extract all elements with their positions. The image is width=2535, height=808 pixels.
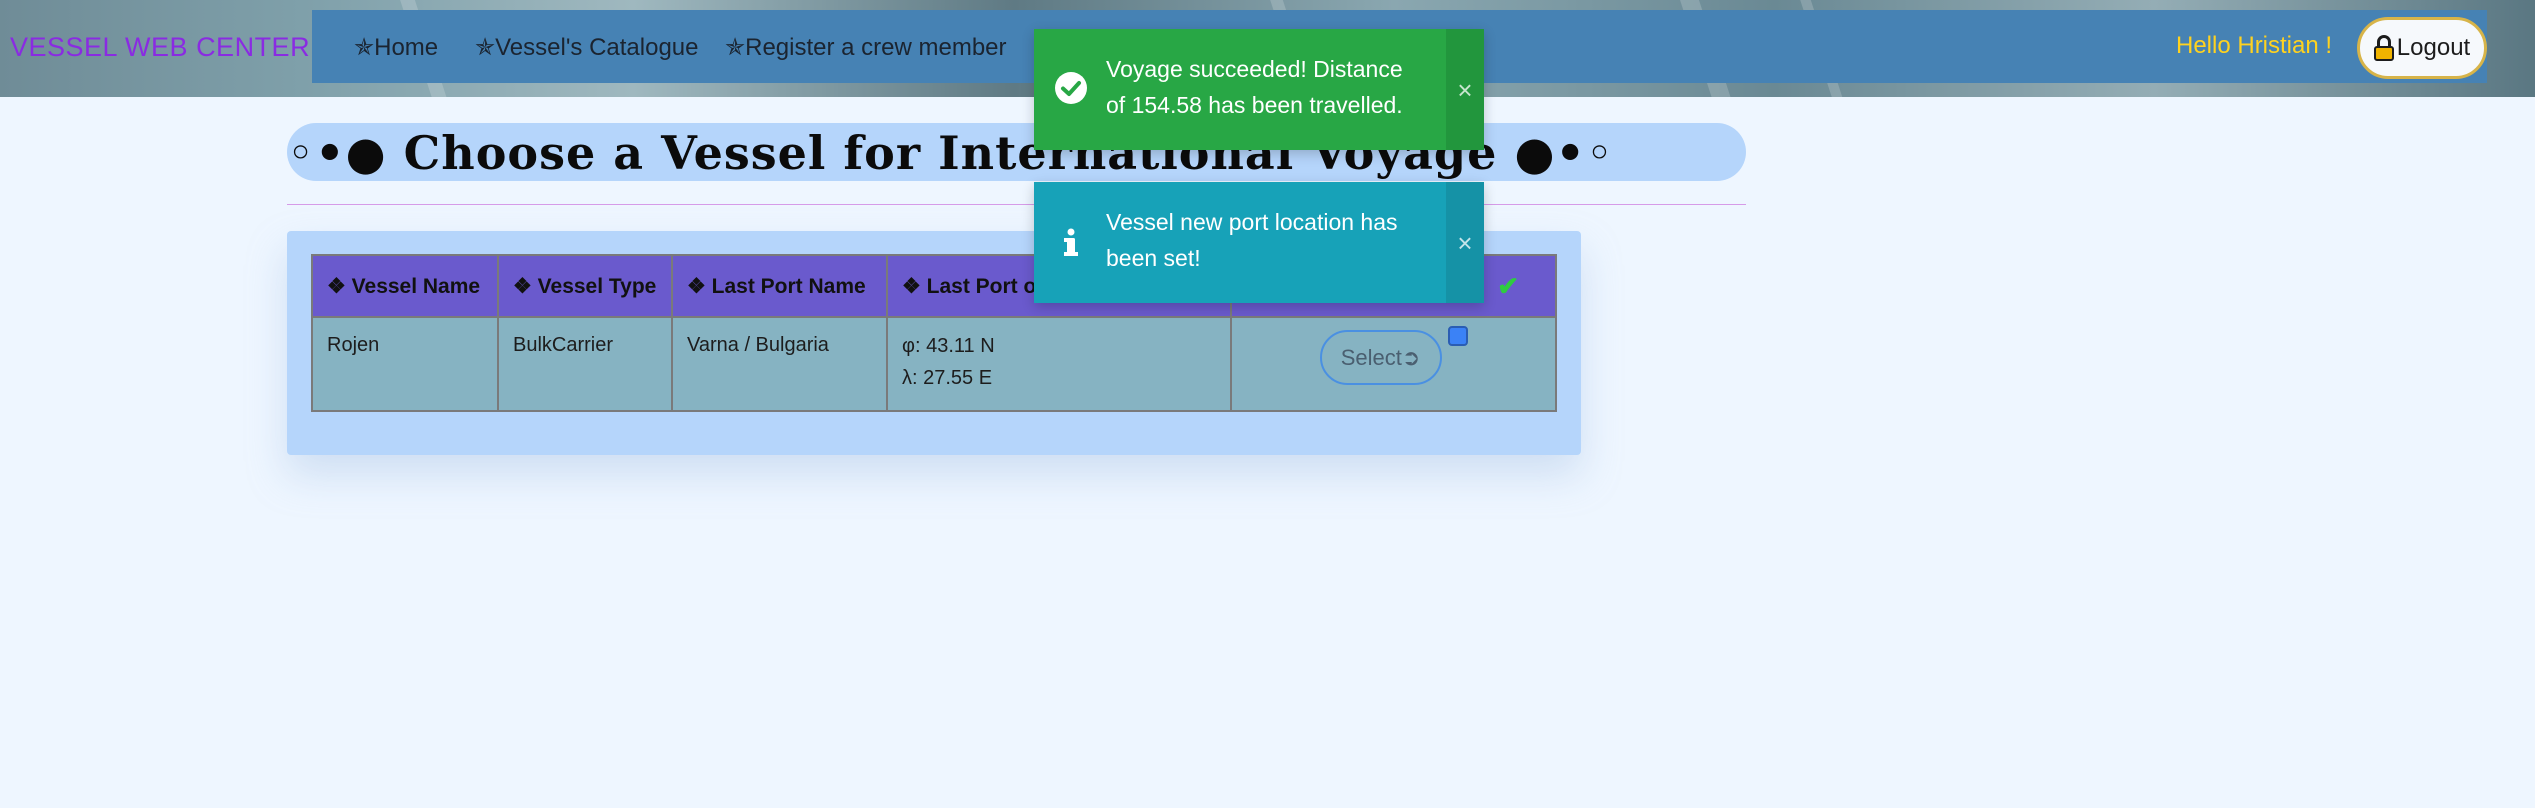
cell-vessel-type: BulkCarrier <box>497 316 673 412</box>
col-vessel-type: ❖ Vessel Type <box>497 254 673 318</box>
check-circle-icon <box>1055 72 1087 104</box>
user-greeting: Hello Hristian ! <box>2176 32 2333 59</box>
nav-vessel-catalogue[interactable]: ✯Vessel's Catalogue <box>475 33 699 62</box>
check-icon: ✔ <box>1497 271 1519 301</box>
toast-success-message: Voyage succeeded! Distance of 154.58 has… <box>1106 56 1403 118</box>
select-vessel-button[interactable]: Select➲ <box>1319 330 1442 385</box>
cell-coordinates: φ: 43.11 N λ: 27.55 E <box>885 316 1233 412</box>
toast-info-message: Vessel new port location has been set! <box>1106 209 1398 271</box>
logout-button[interactable]: Logout <box>2357 17 2487 79</box>
brand-link[interactable]: VESSEL WEB CENTER <box>10 32 310 63</box>
table-row: Rojen BulkCarrier Varna / Bulgaria φ: 43… <box>311 316 1557 412</box>
toast-info: Vessel new port location has been set! × <box>1034 182 1484 303</box>
nav-register-crew-member[interactable]: ✯Register a crew member <box>725 33 1007 62</box>
divider <box>287 204 1746 205</box>
longitude: λ: 27.55 E <box>902 367 993 389</box>
latitude: φ: 43.11 N <box>902 335 995 357</box>
toast-success-close-button[interactable]: × <box>1446 29 1484 150</box>
lock-icon <box>2373 35 2394 61</box>
info-icon <box>1064 228 1078 256</box>
toast-success: Voyage succeeded! Distance of 154.58 has… <box>1034 29 1484 150</box>
cell-vessel-name: Rojen <box>311 316 499 412</box>
logout-label: Logout <box>2396 34 2471 61</box>
col-last-port-name: ❖ Last Port Name <box>671 254 888 318</box>
nav-home[interactable]: ✯Home <box>354 33 438 62</box>
cell-select: Select➲ <box>1230 316 1557 412</box>
select-checkbox[interactable] <box>1447 326 1468 346</box>
toast-info-close-button[interactable]: × <box>1446 182 1484 303</box>
cell-last-port: Varna / Bulgaria <box>671 316 888 412</box>
col-vessel-name: ❖ Vessel Name <box>311 254 499 318</box>
